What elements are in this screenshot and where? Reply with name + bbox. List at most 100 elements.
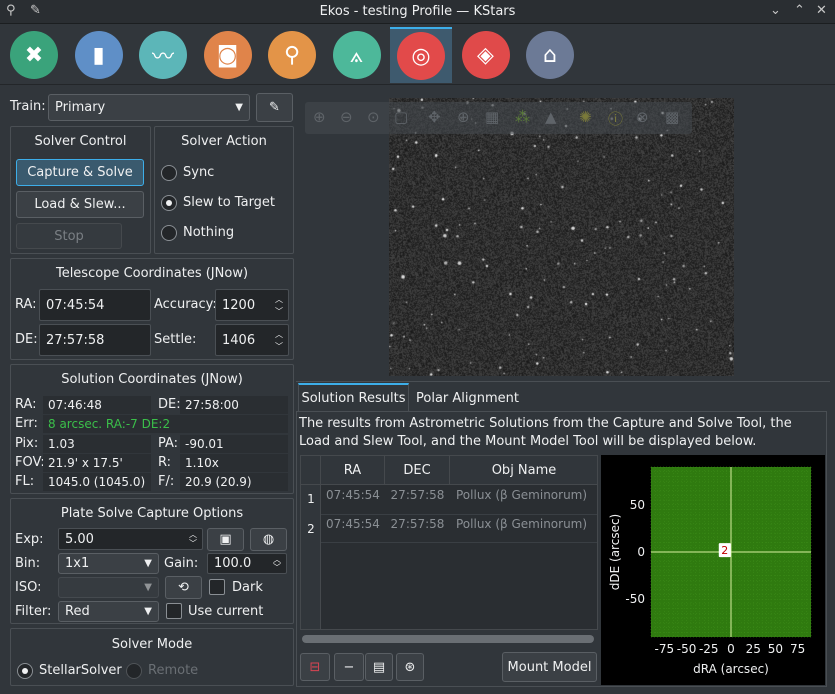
view-fov-button[interactable]: ⊛ [396, 653, 424, 681]
solution-ra-label: RA: [15, 397, 37, 412]
subframe-button[interactable]: ▣ [207, 528, 244, 551]
cell-obj-name[interactable]: Pollux (β Geminorum) [450, 511, 597, 537]
cell-ra[interactable]: 07:45:54 [321, 482, 385, 508]
fl-label: FL: [15, 474, 35, 489]
observatory-module-tab[interactable]: ⌂ [519, 27, 581, 83]
setup-module-tab[interactable]: ✖ [3, 27, 65, 83]
accuracy-spinbox[interactable]: 1200 ︿ ﹀ [215, 289, 289, 321]
scrollbar-handle[interactable] [302, 635, 594, 643]
info-icon[interactable]: ⓘ [608, 108, 623, 129]
column-header-ra[interactable]: RA [321, 456, 385, 484]
spin-down-icon[interactable]: ﹀ [272, 307, 286, 316]
guide-module-tab[interactable]: ◈ [455, 27, 517, 83]
chevron-down-icon[interactable]: ⌄ [770, 3, 781, 18]
remote-radio[interactable] [126, 663, 142, 679]
exposure-spinbox[interactable]: 5.00 ︿ ﹀ [58, 528, 203, 550]
column-header-dec[interactable]: DEC [385, 456, 450, 484]
mount-model-button[interactable]: Mount Model [502, 652, 597, 682]
scheduler-module-icon: ▮ [74, 31, 123, 79]
capture-solve-button[interactable]: Capture & Solve [16, 159, 144, 186]
hips-icon[interactable]: ▩ [665, 108, 679, 126]
cell-dec[interactable]: 27:57:58 [385, 511, 450, 537]
settle-spinbox[interactable]: 1406 ︿ ﹀ [215, 324, 289, 356]
cell-dec[interactable]: 27:57:58 [385, 482, 450, 508]
clear-all-button[interactable]: ⊟ [300, 653, 330, 681]
train-select[interactable]: Primary ▼ [48, 94, 250, 121]
zoom-default-icon[interactable]: ⊙ [367, 108, 380, 126]
crosshair-icon[interactable]: ⊕ [457, 108, 470, 126]
load-slew-button[interactable]: Load & Slew... [16, 191, 144, 218]
x-tick-label: 75 [790, 642, 805, 656]
solution-scatter-plot[interactable]: -75 -50 -25 0 25 50 75500-50dRA (arcsec)dDE (a… [601, 455, 825, 685]
telescope-de-field[interactable]: 27:57:58 [39, 324, 151, 356]
mount-icon[interactable]: ▲ [545, 108, 557, 126]
zoom-in-icon[interactable]: ⊕ [313, 108, 326, 126]
telescope-ra-field[interactable]: 07:45:54 [39, 289, 151, 321]
error-label: Err: [15, 416, 38, 431]
nothing-radio[interactable] [161, 225, 177, 241]
stars-icon[interactable]: ⁂ [515, 108, 530, 126]
slew-to-target-radio[interactable] [161, 195, 177, 211]
iso-select[interactable]: ▼ [58, 577, 159, 598]
tab-polar-alignment[interactable]: Polar Alignment [411, 384, 524, 412]
spin-up-icon[interactable]: ︿ [272, 295, 286, 304]
chevron-up-icon[interactable]: ⌃ [794, 3, 805, 18]
pan-icon[interactable]: ✥ [428, 108, 441, 126]
row-number[interactable]: 1 [301, 486, 321, 512]
stellarsolver-radio[interactable] [17, 663, 33, 679]
exposure-label: Exp: [15, 532, 44, 547]
grid-icon[interactable]: ▦ [485, 108, 499, 126]
spin-up-icon[interactable]: ︿ [272, 330, 286, 339]
mount-module-tab[interactable]: ⟑ [326, 27, 388, 83]
stop-button[interactable]: Stop [16, 223, 122, 249]
cell-obj-name[interactable]: Pollux (β Geminorum) [450, 482, 597, 508]
tab-solution-results[interactable]: Solution Results [298, 383, 409, 411]
edit-train-button[interactable]: ✎ [256, 93, 293, 122]
use-current-checkbox[interactable] [166, 603, 182, 619]
solver-mode-title: Solver Mode [111, 637, 193, 652]
spin-down-icon[interactable]: ﹀ [270, 563, 284, 572]
analyze-module-tab[interactable]: 〰 [132, 27, 194, 83]
exposure-value: 5.00 [65, 531, 94, 547]
chevron-down-icon: ▼ [235, 101, 243, 113]
capture-module-icon: ◙ [203, 31, 252, 79]
dark-checkbox[interactable] [209, 579, 225, 595]
row-number[interactable]: 2 [301, 516, 321, 542]
zoom-fit-icon[interactable]: ▢ [394, 108, 408, 126]
filter-select[interactable]: Red ▼ [58, 601, 159, 622]
close-icon[interactable]: ✕ [816, 3, 827, 18]
pencil-icon: ✎ [269, 100, 280, 115]
solver-control-title: Solver Control [34, 134, 127, 149]
scheduler-module-tab[interactable]: ▮ [68, 27, 130, 83]
spin-down-icon[interactable]: ﹀ [272, 342, 286, 351]
spin-up-icon[interactable]: ︿ [186, 530, 200, 539]
target-icon[interactable]: ⊗ [636, 108, 649, 126]
error-value: 8 arcsec. RA:-7 DE:2 [43, 415, 288, 433]
bin-select[interactable]: 1x1 ▼ [58, 553, 159, 574]
align-module-tab[interactable]: ◎ [390, 27, 452, 83]
remove-row-button[interactable]: − [334, 653, 364, 681]
export-button[interactable]: ▤ [365, 653, 393, 681]
fl-value: 1045.0 (1045.0) [43, 473, 151, 491]
rotate-button[interactable]: ⟲ [165, 576, 202, 599]
capture-module-tab[interactable]: ◙ [197, 27, 259, 83]
gain-spinbox[interactable]: 100.0 ︿ ﹀ [207, 553, 287, 574]
focus-module-tab[interactable]: ⚲ [261, 27, 323, 83]
results-table[interactable]: RA DEC Obj Name 1 07:45:54 27:57:58 Poll… [300, 455, 598, 630]
title-bar: ⚲ ✎ Ekos - testing Profile — KStars ⌄ ⌃ … [0, 0, 835, 24]
x-tick-label: 25 [746, 642, 761, 656]
zoom-out-icon[interactable]: ⊖ [340, 108, 353, 126]
spin-down-icon[interactable]: ﹀ [186, 539, 200, 548]
setup-module-icon: ✖ [10, 31, 58, 79]
fits-viewer[interactable] [301, 94, 826, 376]
horizontal-scrollbar[interactable] [302, 635, 594, 643]
sync-radio[interactable] [161, 165, 177, 181]
splitter[interactable] [296, 381, 830, 382]
plate-solve-options-title: Plate Solve Capture Options [60, 506, 244, 521]
cell-ra[interactable]: 07:45:54 [321, 511, 385, 537]
column-header-obj-name[interactable]: Obj Name [450, 456, 597, 484]
solver-profile-button[interactable]: ◍ [250, 528, 287, 551]
gain-value: 100.0 [214, 556, 252, 571]
fov-value: 21.9' x 17.5' [43, 454, 151, 472]
objects-icon[interactable]: ✺ [579, 108, 592, 126]
